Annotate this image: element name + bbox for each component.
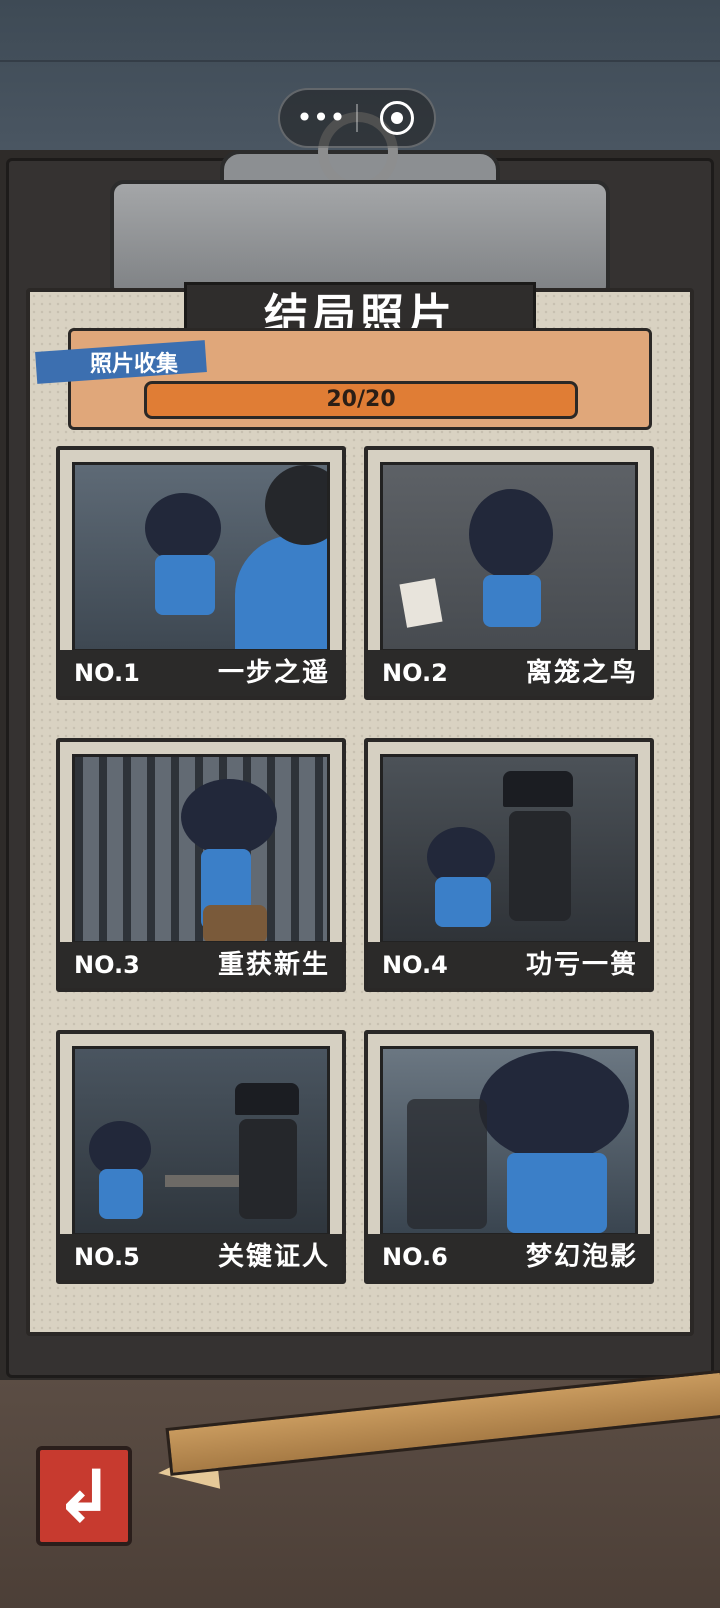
back-arrow-icon[interactable]: ↲	[36, 1446, 132, 1546]
ending-title: 离笼之鸟	[525, 658, 638, 688]
collection-label: 照片收集	[90, 352, 179, 377]
ending-photo-3	[72, 754, 330, 944]
ending-title: 梦幻泡影	[525, 1242, 638, 1272]
ending-card-2[interactable]: NO.2 离笼之鸟	[364, 446, 654, 700]
ending-caption: NO.2 离笼之鸟	[368, 650, 650, 696]
ending-photo-5	[72, 1046, 330, 1236]
ending-number: NO.4	[382, 951, 448, 979]
ending-title: 一步之遥	[217, 658, 330, 688]
ending-number: NO.3	[74, 951, 140, 979]
ending-card-1[interactable]: NO.1 一步之遥	[56, 446, 346, 700]
ending-card-3[interactable]: NO.3 重获新生	[56, 738, 346, 992]
ending-photo-1	[72, 462, 330, 652]
collection-progress-text: 20/20	[326, 387, 396, 412]
ending-card-5[interactable]: NO.5 关键证人	[56, 1030, 346, 1284]
ending-number: NO.5	[74, 1243, 140, 1271]
ending-caption: NO.1 一步之遥	[60, 650, 342, 696]
more-dots-icon[interactable]: •••	[296, 98, 346, 138]
capsule-divider	[356, 104, 358, 132]
ending-title: 关键证人	[217, 1242, 330, 1272]
ending-caption: NO.5 关键证人	[60, 1234, 342, 1280]
ending-caption: NO.4 功亏一篑	[368, 942, 650, 988]
ending-caption: NO.6 梦幻泡影	[368, 1234, 650, 1280]
ending-card-4[interactable]: NO.4 功亏一篑	[364, 738, 654, 992]
target-icon[interactable]	[380, 101, 414, 135]
ending-card-6[interactable]: NO.6 梦幻泡影	[364, 1030, 654, 1284]
ending-number: NO.6	[382, 1243, 448, 1271]
game-screen: ••• 结局照片 照片收集 20/20 NO.1 一步之遥 NO.2 离笼之鸟 …	[0, 0, 720, 1608]
ending-caption: NO.3 重获新生	[60, 942, 342, 988]
ending-number: NO.1	[74, 659, 140, 687]
ending-number: NO.2	[382, 659, 448, 687]
ending-photo-6	[380, 1046, 638, 1236]
ending-photo-4	[380, 754, 638, 944]
ending-title: 重获新生	[217, 950, 330, 980]
ending-photo-2	[380, 462, 638, 652]
ending-title: 功亏一篑	[525, 950, 638, 980]
